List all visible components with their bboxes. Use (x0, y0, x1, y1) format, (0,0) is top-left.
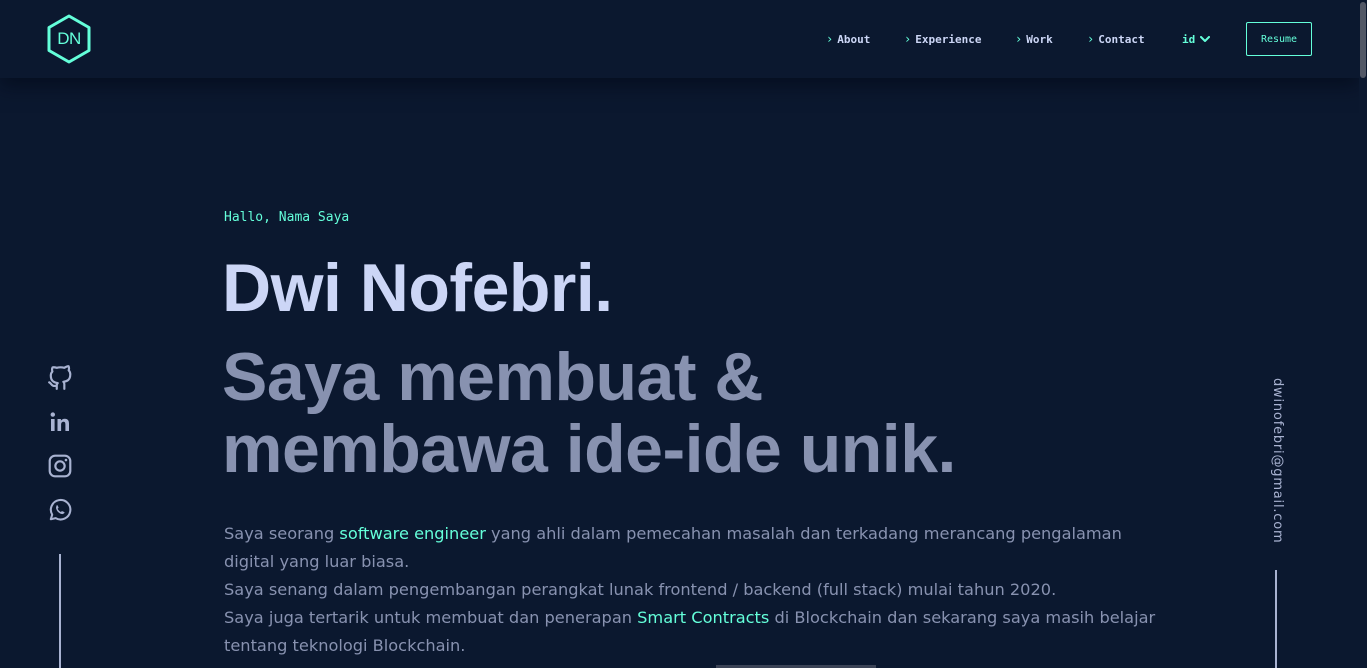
hero-tagline-line1: Saya membuat & (222, 339, 763, 415)
intro-paragraph-1: Saya seorang software engineer yang ahli… (224, 520, 1164, 576)
instagram-icon (48, 454, 72, 478)
nav-work-label: Work (1026, 32, 1053, 46)
scrollbar-thumb[interactable] (1360, 2, 1366, 78)
whatsapp-icon (49, 498, 72, 521)
chevron-right-icon: › (904, 32, 912, 46)
nav-experience[interactable]: › Experience (904, 30, 981, 48)
logo[interactable]: DN (46, 14, 92, 64)
github-link[interactable] (46, 364, 74, 392)
nav-contact[interactable]: › Contact (1087, 30, 1145, 48)
whatsapp-link[interactable] (46, 496, 74, 524)
linkedin-link[interactable] (46, 408, 74, 436)
left-divider-line (59, 554, 61, 668)
intro-paragraph-2: Saya senang dalam pengembangan perangkat… (224, 580, 1057, 599)
resume-button[interactable]: Resume (1246, 22, 1312, 56)
hero-intro: Saya seorang software engineer yang ahli… (224, 520, 1164, 660)
intro-text: Saya juga tertarik untuk membuat dan pen… (224, 608, 638, 627)
chevron-right-icon: › (826, 32, 834, 46)
nav-about-label: About (837, 32, 871, 46)
site-header: DN › About › Experience › Work › Contact… (0, 0, 1359, 78)
chevron-right-icon: › (1087, 32, 1095, 46)
email-link[interactable]: dwinofebri@gmail.com (1265, 378, 1285, 543)
hero-greeting: Hallo, Nama Saya (224, 210, 350, 225)
nav-experience-label: Experience (915, 32, 982, 46)
intro-paragraph-3: Saya juga tertarik untuk membuat dan pen… (224, 604, 1164, 660)
language-label: id (1182, 32, 1196, 46)
right-divider-line (1275, 570, 1277, 668)
hero-name: Dwi Nofebri. (222, 250, 613, 326)
hero-tagline: Saya membuat & membawa ide-ide unik. (222, 341, 956, 485)
chevron-down-icon (1200, 35, 1211, 42)
vertical-scrollbar[interactable] (1359, 0, 1367, 668)
intro-text: Saya seorang (224, 524, 340, 543)
hero-tagline-line2: membawa ide-ide unik. (222, 411, 956, 487)
logo-text: DN (57, 29, 81, 48)
software-engineer-link[interactable]: software engineer (339, 524, 486, 543)
github-icon (48, 365, 72, 390)
nav-work[interactable]: › Work (1015, 30, 1053, 48)
instagram-link[interactable] (46, 452, 74, 480)
nav-contact-label: Contact (1098, 32, 1145, 46)
linkedin-icon (50, 412, 69, 431)
language-select[interactable]: id (1182, 30, 1211, 48)
smart-contracts-link[interactable]: Smart Contracts (637, 608, 769, 627)
nav-about[interactable]: › About (826, 30, 870, 48)
chevron-right-icon: › (1015, 32, 1023, 46)
